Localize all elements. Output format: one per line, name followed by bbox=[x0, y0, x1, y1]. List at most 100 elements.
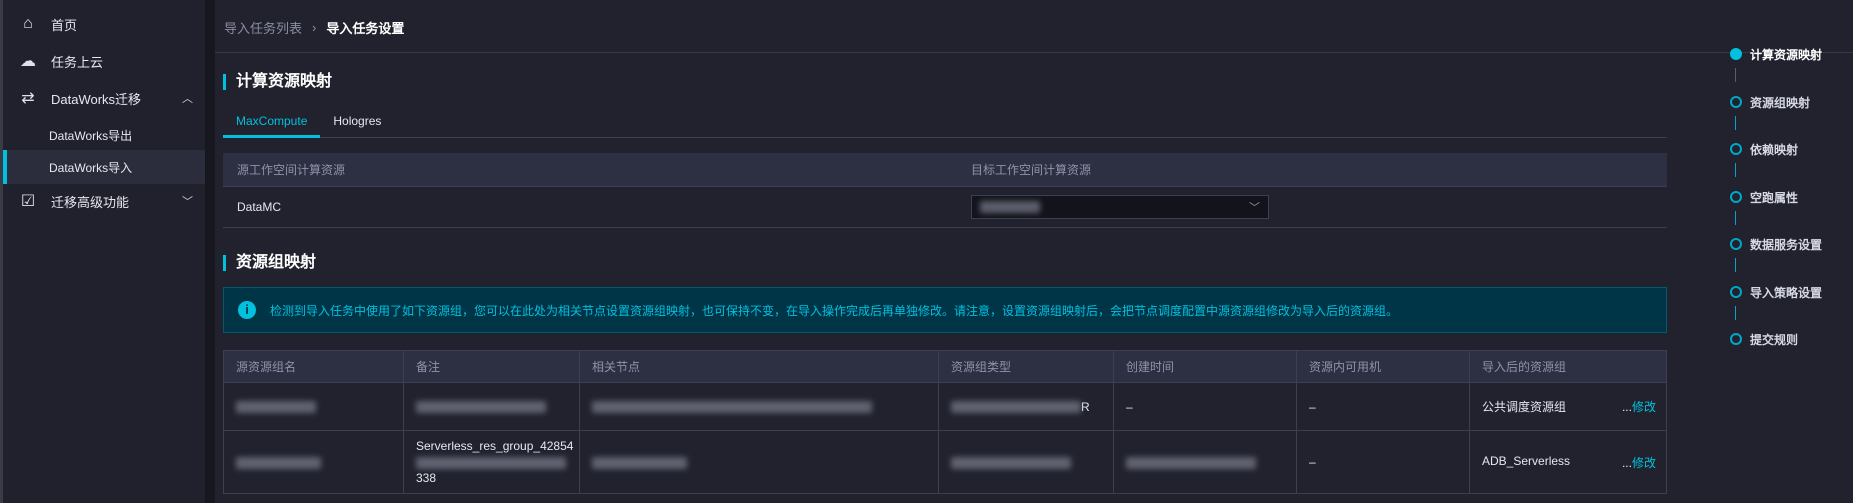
step-dot-icon bbox=[1730, 238, 1742, 250]
redacted-value bbox=[416, 401, 546, 414]
step-dot-icon bbox=[1730, 95, 1742, 108]
column-header: 目标工作空间计算资源 bbox=[957, 153, 1667, 187]
step-compute-mapping[interactable]: 计算资源映射 bbox=[1730, 46, 1822, 94]
redacted-value bbox=[592, 401, 872, 414]
cloud-upload-icon: ☁ bbox=[20, 53, 36, 70]
header: 导入任务列表 › 导入任务设置 bbox=[215, 0, 1853, 53]
info-alert: i 检测到导入任务中使用了如下资源组，您可以在此处为相关节点设置资源组映射，也可… bbox=[223, 287, 1667, 333]
available-machines: – bbox=[1296, 430, 1470, 494]
column-header: 创建时间 bbox=[1113, 350, 1297, 383]
step-connector bbox=[1735, 258, 1736, 272]
step-label: 数据服务设置 bbox=[1750, 238, 1823, 252]
sidebar-item-home[interactable]: ⌂ 首页 bbox=[3, 7, 205, 41]
ellipsis: ... bbox=[1621, 455, 1632, 470]
redacted-value bbox=[416, 456, 566, 469]
step-connector bbox=[1735, 68, 1736, 82]
column-header: 源工作空间计算资源 bbox=[223, 153, 957, 187]
table-row: DataMC ﹀ bbox=[223, 186, 1667, 228]
tab-maxcompute[interactable]: MaxCompute bbox=[223, 112, 321, 138]
step-label: 提交规则 bbox=[1750, 333, 1799, 347]
column-header: 资源内可用机 bbox=[1296, 350, 1470, 383]
breadcrumb: 导入任务列表 › 导入任务设置 bbox=[224, 18, 404, 37]
step-label: 依赖映射 bbox=[1750, 143, 1799, 157]
step-resource-group-mapping[interactable]: 资源组映射 bbox=[1730, 94, 1822, 142]
redacted-value bbox=[236, 401, 316, 414]
chevron-up-icon: ︿ bbox=[182, 93, 193, 105]
step-label: 导入策略设置 bbox=[1750, 285, 1823, 300]
sidebar-item-cloud[interactable]: ☁ 任务上云 bbox=[3, 44, 205, 78]
target-resource-group: ADB_Serverless bbox=[1482, 453, 1571, 468]
step-data-service-settings[interactable]: 数据服务设置 bbox=[1730, 236, 1822, 284]
redacted-value bbox=[236, 456, 321, 469]
calendar-check-icon: ☑ bbox=[20, 193, 36, 210]
created-time: – bbox=[1113, 382, 1297, 431]
sidebar-item-dataworks-migration[interactable]: ⇄ DataWorks迁移 ︿ bbox=[3, 81, 205, 115]
column-header: 源资源组名 bbox=[223, 350, 404, 383]
sidebar-item-label: 任务上云 bbox=[51, 54, 104, 70]
sidebar-item-label: 首页 bbox=[51, 17, 78, 33]
chevron-down-icon: ﹀ bbox=[1249, 201, 1260, 214]
tab-hologres[interactable]: Hologres bbox=[320, 112, 394, 138]
sidebar-item-label: DataWorks导出 bbox=[49, 128, 133, 143]
redacted-value bbox=[951, 401, 1081, 414]
available-machines: – bbox=[1296, 382, 1470, 431]
sidebar-item-label: DataWorks迁移 bbox=[51, 91, 142, 107]
breadcrumb-parent-link[interactable]: 导入任务列表 bbox=[224, 18, 302, 37]
chevron-down-icon: ﹀ bbox=[182, 196, 193, 208]
step-dot-icon bbox=[1730, 143, 1742, 155]
step-navigator: 计算资源映射 资源组映射 依赖映射 空跑属性 数据服务设置 导入策略设置 提交规… bbox=[1730, 46, 1822, 379]
target-compute-select[interactable]: ﹀ bbox=[971, 194, 1269, 219]
step-dot-icon bbox=[1730, 285, 1742, 298]
breadcrumb-current: 导入任务设置 bbox=[326, 21, 405, 36]
column-header: 备注 bbox=[403, 350, 580, 383]
sidebar-divider bbox=[205, 0, 215, 503]
sidebar-item-label: 迁移高级功能 bbox=[51, 194, 130, 210]
column-header: 导入后的资源组 bbox=[1469, 350, 1667, 383]
target-resource-group: 公共调度资源组 bbox=[1482, 400, 1567, 414]
alert-text: 检测到导入任务中使用了如下资源组，您可以在此处为相关节点设置资源组映射，也可保持… bbox=[270, 303, 1399, 318]
edit-link[interactable]: ...修改 bbox=[1622, 398, 1656, 415]
redacted-value bbox=[1126, 456, 1256, 469]
ellipsis: ... bbox=[1621, 400, 1632, 414]
info-icon: i bbox=[238, 301, 256, 319]
section-title-resource-group: 资源组映射 bbox=[223, 255, 316, 271]
note-line: Serverless_res_group_42854 bbox=[416, 439, 574, 453]
redacted-value bbox=[951, 456, 1071, 469]
compute-tabs: MaxCompute Hologres bbox=[223, 112, 1667, 138]
edit-link[interactable]: ...修改 bbox=[1622, 454, 1656, 471]
edit-label: 修改 bbox=[1631, 400, 1656, 414]
step-dot-icon bbox=[1730, 333, 1742, 345]
step-dependency-mapping[interactable]: 依赖映射 bbox=[1730, 141, 1822, 189]
sidebar-item-dataworks-export[interactable]: DataWorks导出 bbox=[3, 118, 205, 152]
note-line: 338 bbox=[416, 471, 437, 485]
step-connector bbox=[1735, 305, 1736, 320]
step-label: 空跑属性 bbox=[1750, 190, 1799, 205]
step-import-strategy[interactable]: 导入策略设置 bbox=[1730, 284, 1822, 332]
step-dry-run-properties[interactable]: 空跑属性 bbox=[1730, 189, 1822, 237]
edit-label: 修改 bbox=[1631, 455, 1656, 470]
table-row: Serverless_res_group_42854 338 – ADB_Serv… bbox=[223, 430, 1667, 494]
breadcrumb-separator: › bbox=[312, 20, 317, 35]
migrate-icon: ⇄ bbox=[21, 90, 35, 107]
resource-group-table: 源资源组名 备注 相关节点 资源组类型 创建时间 资源内可用机 导入后的资源组 … bbox=[223, 350, 1667, 494]
compute-mapping-table: 源工作空间计算资源 目标工作空间计算资源 DataMC ﹀ bbox=[223, 153, 1667, 228]
redacted-value bbox=[592, 456, 687, 469]
step-dot-icon bbox=[1730, 190, 1742, 203]
step-connector bbox=[1735, 115, 1736, 130]
home-icon: ⌂ bbox=[23, 15, 33, 32]
step-submit-rules[interactable]: 提交规则 bbox=[1730, 331, 1822, 379]
sidebar-item-dataworks-import[interactable]: DataWorks导入 bbox=[3, 150, 205, 184]
column-header: 资源组类型 bbox=[938, 350, 1114, 383]
column-header: 相关节点 bbox=[579, 350, 939, 383]
step-dot-icon bbox=[1730, 48, 1742, 60]
step-connector bbox=[1735, 210, 1736, 225]
section-title-compute: 计算资源映射 bbox=[223, 74, 332, 90]
sidebar-item-label: DataWorks导入 bbox=[49, 160, 133, 175]
redacted-value bbox=[980, 200, 1040, 213]
table-row: R – – 公共调度资源组 ...修改 bbox=[223, 382, 1667, 431]
step-label: 计算资源映射 bbox=[1750, 48, 1823, 62]
step-label: 资源组映射 bbox=[1750, 95, 1811, 110]
step-connector bbox=[1735, 163, 1736, 177]
type-suffix: R bbox=[1081, 399, 1090, 414]
sidebar-item-advanced[interactable]: ☑ 迁移高级功能 ﹀ bbox=[3, 184, 205, 218]
